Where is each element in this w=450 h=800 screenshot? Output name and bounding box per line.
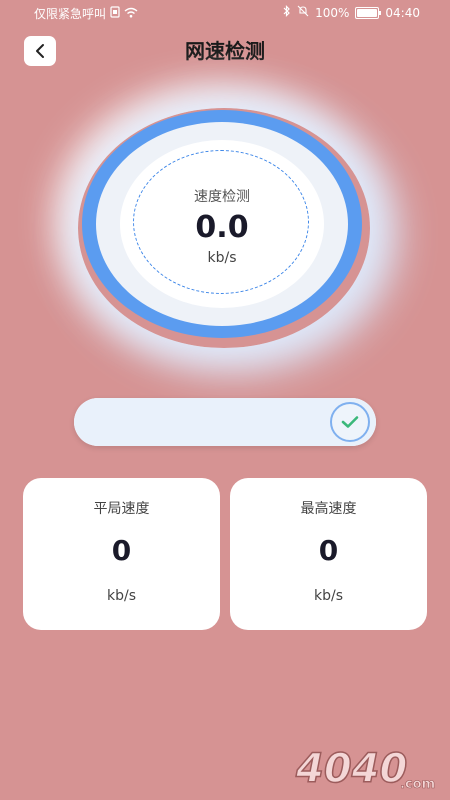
gauge-value: 0.0 [195, 210, 249, 245]
carrier-text: 仅限紧急呼叫 [34, 7, 107, 21]
mute-bell-icon [297, 5, 309, 20]
watermark-suffix: .com [400, 777, 435, 792]
watermark-logo: 4040 .com [294, 745, 435, 793]
clock: 04:40 [385, 5, 420, 20]
gauge-unit: kb/s [207, 250, 237, 266]
chevron-left-icon [36, 44, 44, 58]
average-speed-unit: kb/s [106, 588, 136, 604]
status-right: 100% 04:40 [283, 5, 420, 20]
average-speed-title: 平局速度 [93, 501, 150, 517]
watermark-text: 4040 [295, 746, 407, 792]
max-speed-title: 最高速度 [300, 501, 357, 517]
wifi-icon [124, 7, 138, 21]
status-left: 仅限紧急呼叫 [34, 5, 138, 22]
battery-percent: 100% [315, 5, 350, 20]
progress-status-badge [330, 402, 370, 442]
bluetooth-icon [283, 5, 291, 20]
max-speed-unit: kb/s [313, 588, 343, 604]
max-speed-value: 0 [318, 534, 339, 567]
speed-test-progress [74, 398, 376, 446]
average-speed-card: 平局速度 0 kb/s [23, 478, 220, 630]
status-bar: 仅限紧急呼叫 100% 04:40 [0, 0, 450, 26]
page-title: 网速检测 [185, 39, 265, 63]
back-button[interactable] [24, 36, 56, 66]
sim-icon [110, 6, 120, 21]
max-speed-card: 最高速度 0 kb/s [230, 478, 427, 630]
battery-icon [355, 6, 382, 19]
average-speed-value: 0 [111, 534, 132, 567]
gauge-label: 速度检测 [194, 189, 250, 205]
check-icon [341, 416, 359, 428]
battery-fill [357, 8, 378, 17]
